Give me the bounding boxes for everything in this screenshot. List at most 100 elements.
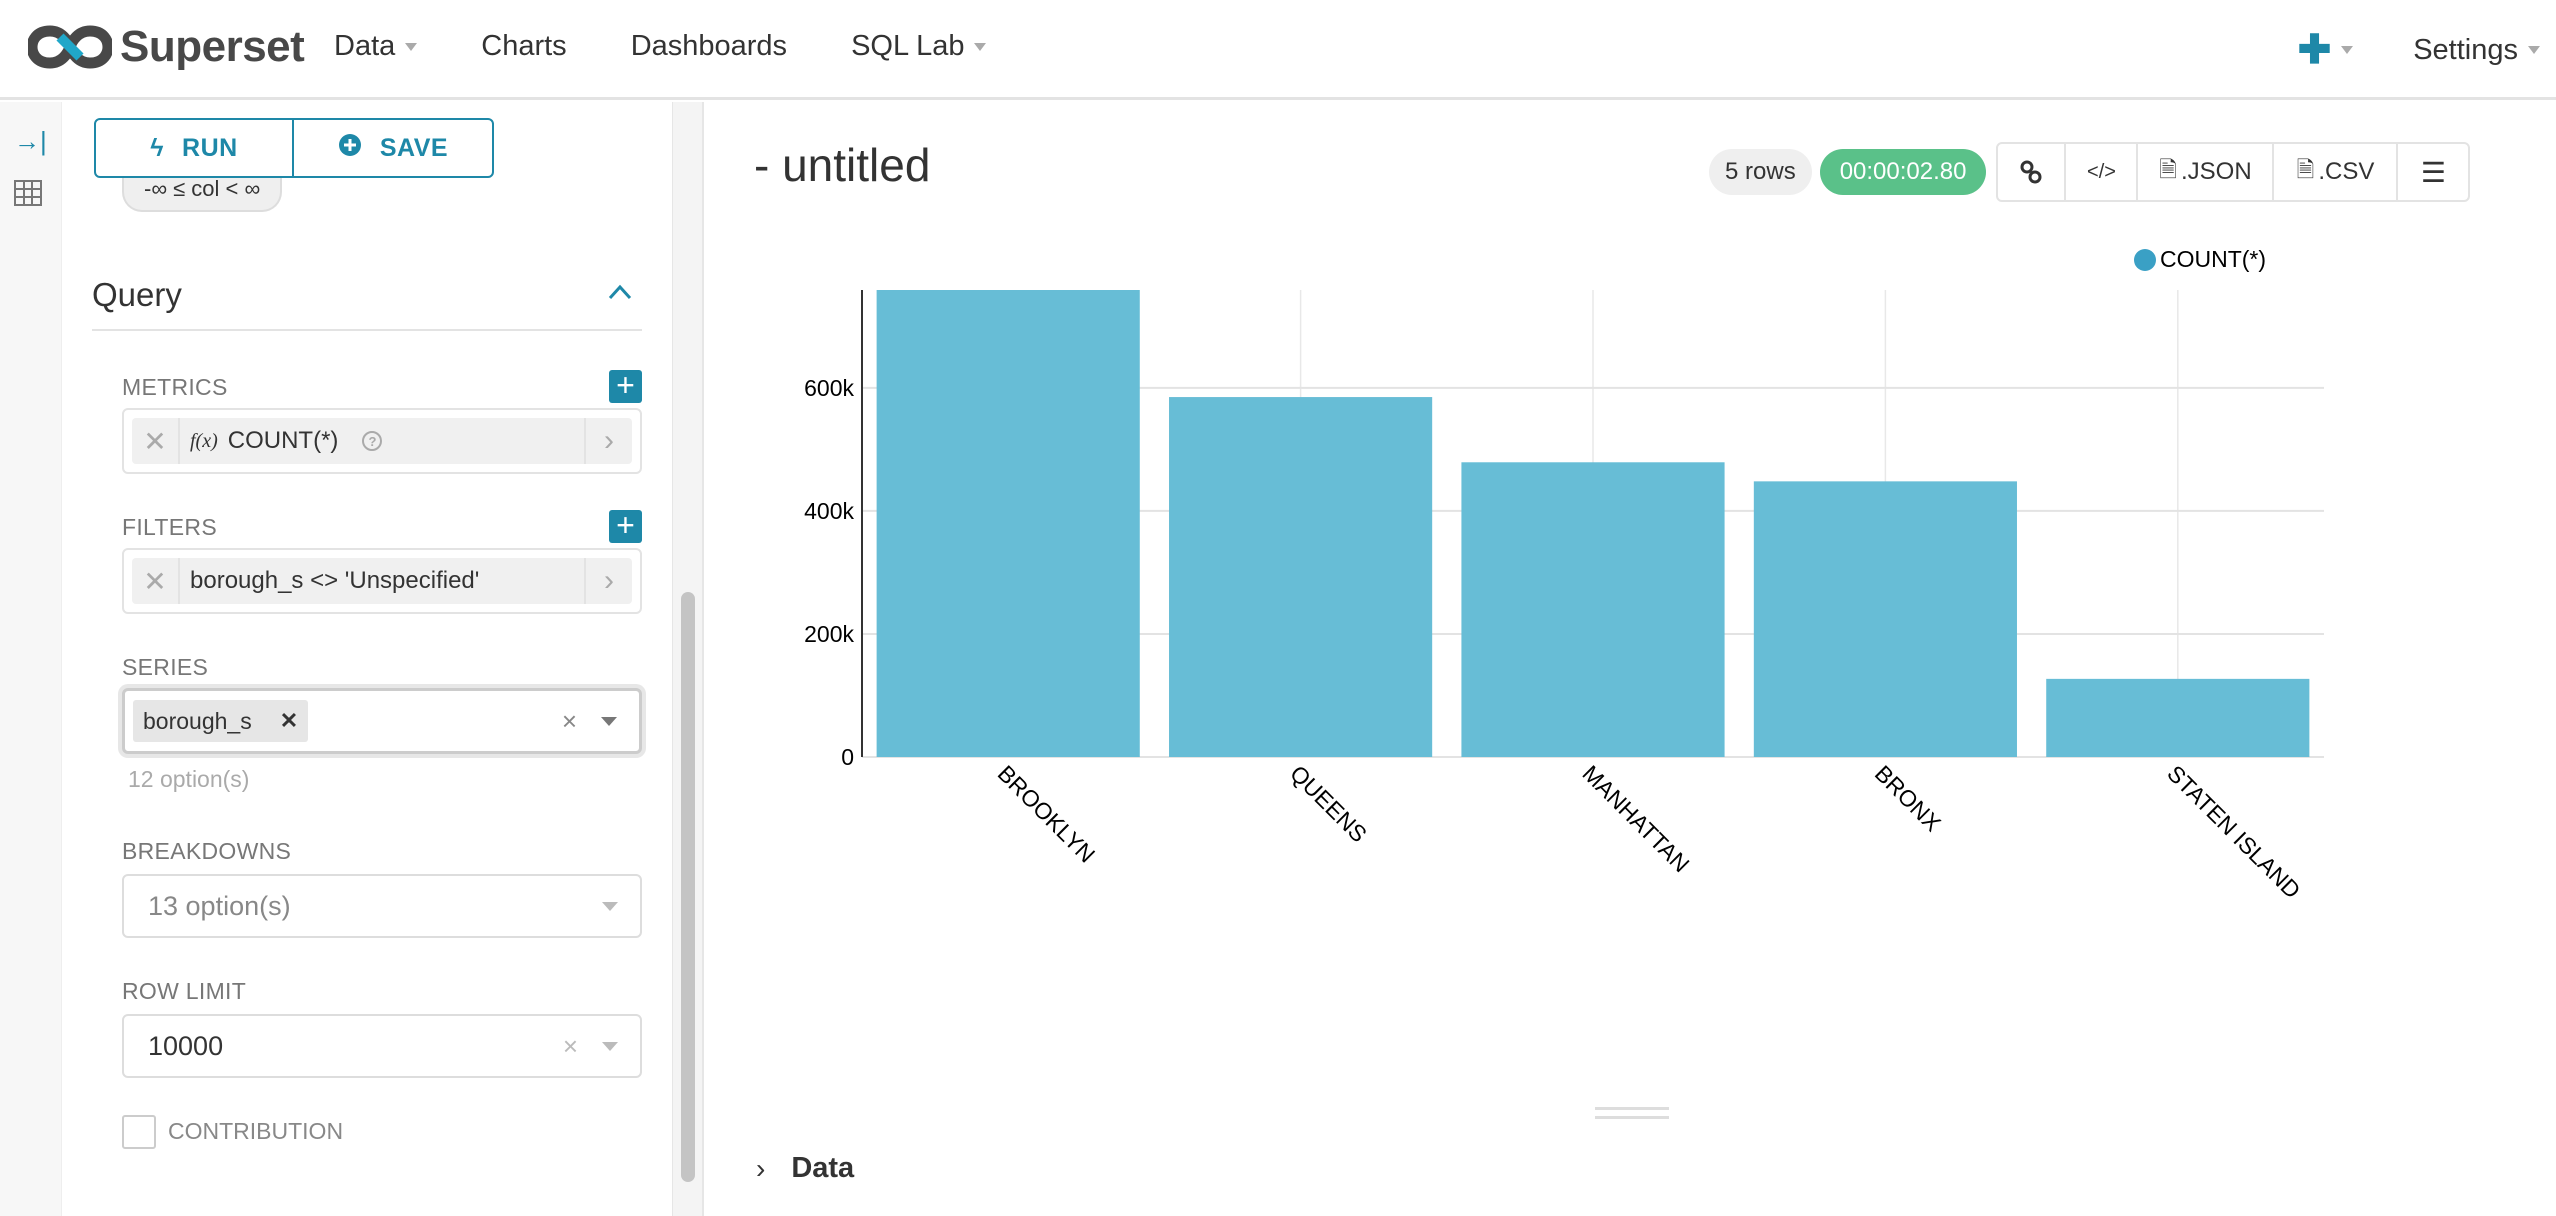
chart-title[interactable]: - untitled: [754, 138, 930, 192]
bolt-icon: ϟ: [150, 133, 165, 162]
metric-value: COUNT(*): [227, 427, 339, 454]
breakdowns-select[interactable]: 13 option(s): [122, 874, 642, 938]
top-navbar: Superset Data Charts Dashboards SQL Lab …: [0, 0, 2556, 100]
add-filter-button[interactable]: +: [609, 509, 642, 543]
export-json-button[interactable]: 🗎 .JSON: [2138, 144, 2275, 200]
y-tick-label: 400k: [804, 498, 854, 524]
settings-label: Settings: [2413, 33, 2518, 66]
x-tick-label: STATEN ISLAND: [2162, 760, 2305, 903]
clear-icon[interactable]: ×: [563, 1031, 578, 1062]
table-grid-icon[interactable]: [14, 180, 42, 213]
row-limit-value: 10000: [148, 1030, 224, 1061]
breakdowns-placeholder: 13 option(s): [148, 890, 291, 921]
filters-label: FILTERS: [122, 514, 217, 540]
export-csv-button[interactable]: 🗎 .CSV: [2274, 144, 2399, 200]
nav-data-label: Data: [334, 30, 396, 62]
main-nav: Data Charts Dashboards SQL Lab: [334, 30, 1050, 63]
breakdowns-label: BREAKDOWNS: [122, 838, 292, 864]
metrics-control: ✕ f(x) COUNT(*)? ›: [122, 408, 642, 474]
caret-down-icon[interactable]: [601, 717, 617, 726]
settings-menu[interactable]: Settings: [2413, 34, 2540, 67]
row-limit-select[interactable]: 10000 ×: [122, 1014, 642, 1078]
brand-name: Superset: [120, 22, 305, 71]
resize-handle[interactable]: [1595, 1107, 1669, 1119]
filter-chip[interactable]: ✕ borough_s <> 'Unspecified' ›: [132, 558, 632, 604]
panel-scrollbar[interactable]: [672, 102, 702, 1216]
row-count-badge: 5 rows: [1709, 149, 1812, 195]
infinity-logo-icon: [28, 25, 112, 69]
function-icon: f(x): [190, 429, 218, 452]
nav-dashboards-label: Dashboards: [630, 30, 788, 62]
caret-down-icon: [2528, 46, 2540, 54]
plus-circle-icon: [338, 133, 362, 164]
copy-link-button[interactable]: [1998, 144, 2067, 200]
run-save-group: ϟ RUN SAVE: [94, 118, 494, 178]
csv-label: .CSV: [2318, 158, 2375, 185]
section-divider: [92, 329, 642, 331]
bar-staten-island: [2046, 678, 2310, 757]
export-toolbar: </> 🗎 .JSON 🗎 .CSV ☰: [1996, 142, 2471, 202]
json-label: .JSON: [2180, 158, 2252, 185]
series-select[interactable]: borough_s ✕ ×: [122, 688, 642, 754]
code-icon: </>: [2087, 160, 2116, 183]
bar-bronx: [1753, 481, 2017, 757]
x-tick-label: QUEENS: [1285, 760, 1372, 847]
nav-dashboards[interactable]: Dashboards: [631, 30, 787, 63]
new-menu-button[interactable]: ✚: [2298, 30, 2354, 70]
bar-queens: [1169, 397, 1433, 757]
nav-sql-lab-label: SQL Lab: [851, 30, 965, 62]
filters-control: ✕ borough_s <> 'Unspecified' ›: [122, 548, 642, 614]
series-hint: 12 option(s): [128, 766, 250, 792]
plus-icon: ✚: [2297, 28, 2332, 72]
caret-down-icon: [405, 42, 418, 51]
clear-icon[interactable]: ×: [562, 706, 577, 737]
x-tick-label: BROOKLYN: [993, 760, 1101, 868]
nav-right: ✚ Settings: [2298, 30, 2540, 70]
contribution-checkbox[interactable]: [122, 1115, 156, 1149]
nav-charts-label: Charts: [481, 30, 567, 62]
y-tick-label: 200k: [804, 621, 854, 647]
run-button[interactable]: ϟ RUN: [96, 120, 294, 176]
y-tick-label: 0: [841, 744, 854, 770]
y-tick-label: 600k: [804, 375, 854, 401]
datasource-sidebar: →|: [0, 102, 62, 1216]
link-icon: [2020, 160, 2042, 184]
data-panel-toggle[interactable]: › Data: [756, 1152, 854, 1185]
scrollbar-thumb[interactable]: [681, 592, 695, 1182]
file-code-icon: 🗎: [2159, 157, 2177, 182]
file-text-icon: 🗎: [2296, 157, 2315, 182]
save-label: SAVE: [379, 133, 449, 162]
bar-chart: 0 200k 400k 600k BROOKLYN QUEENS MANHATTAN BRON…: [804, 290, 2324, 904]
chevron-right-icon[interactable]: ›: [584, 558, 632, 604]
row-limit-label: ROW LIMIT: [122, 978, 247, 1004]
embed-code-button[interactable]: </>: [2066, 144, 2139, 200]
query-section-title: Query: [92, 276, 182, 313]
more-options-button[interactable]: ☰: [2398, 144, 2468, 200]
data-toggle-label: Data: [791, 1152, 855, 1184]
add-metric-button[interactable]: +: [609, 369, 642, 403]
collapse-arrow-icon[interactable]: →|: [14, 126, 47, 157]
remove-metric-icon[interactable]: ✕: [132, 418, 180, 464]
series-tag: borough_s ✕: [133, 700, 309, 742]
caret-down-icon[interactable]: [602, 1042, 618, 1051]
filter-value: borough_s <> 'Unspecified': [190, 567, 480, 594]
x-tick-label: BRONX: [1870, 760, 1946, 836]
chart-header-actions: 5 rows 00:00:02.80 </> 🗎 .JSON 🗎 .CSV ☰: [1709, 142, 2471, 202]
metric-chip[interactable]: ✕ f(x) COUNT(*)? ›: [132, 418, 632, 464]
nav-sql-lab[interactable]: SQL Lab: [851, 30, 987, 63]
caret-down-icon: [974, 42, 987, 51]
remove-tag-icon[interactable]: ✕: [280, 708, 298, 734]
save-button[interactable]: SAVE: [294, 120, 492, 176]
contribution-label: CONTRIBUTION: [168, 1118, 344, 1144]
help-icon[interactable]: ?: [362, 431, 383, 451]
run-label: RUN: [182, 133, 238, 162]
caret-down-icon: [2341, 46, 2354, 54]
nav-data[interactable]: Data: [334, 30, 418, 63]
superset-logo[interactable]: Superset: [28, 22, 305, 72]
chevron-right-icon[interactable]: ›: [584, 418, 632, 464]
range-pill: -∞ ≤ col < ∞: [122, 172, 283, 212]
caret-down-icon[interactable]: [602, 902, 618, 911]
remove-filter-icon[interactable]: ✕: [132, 558, 180, 604]
chevron-up-icon[interactable]: [608, 280, 632, 304]
nav-charts[interactable]: Charts: [481, 30, 566, 63]
